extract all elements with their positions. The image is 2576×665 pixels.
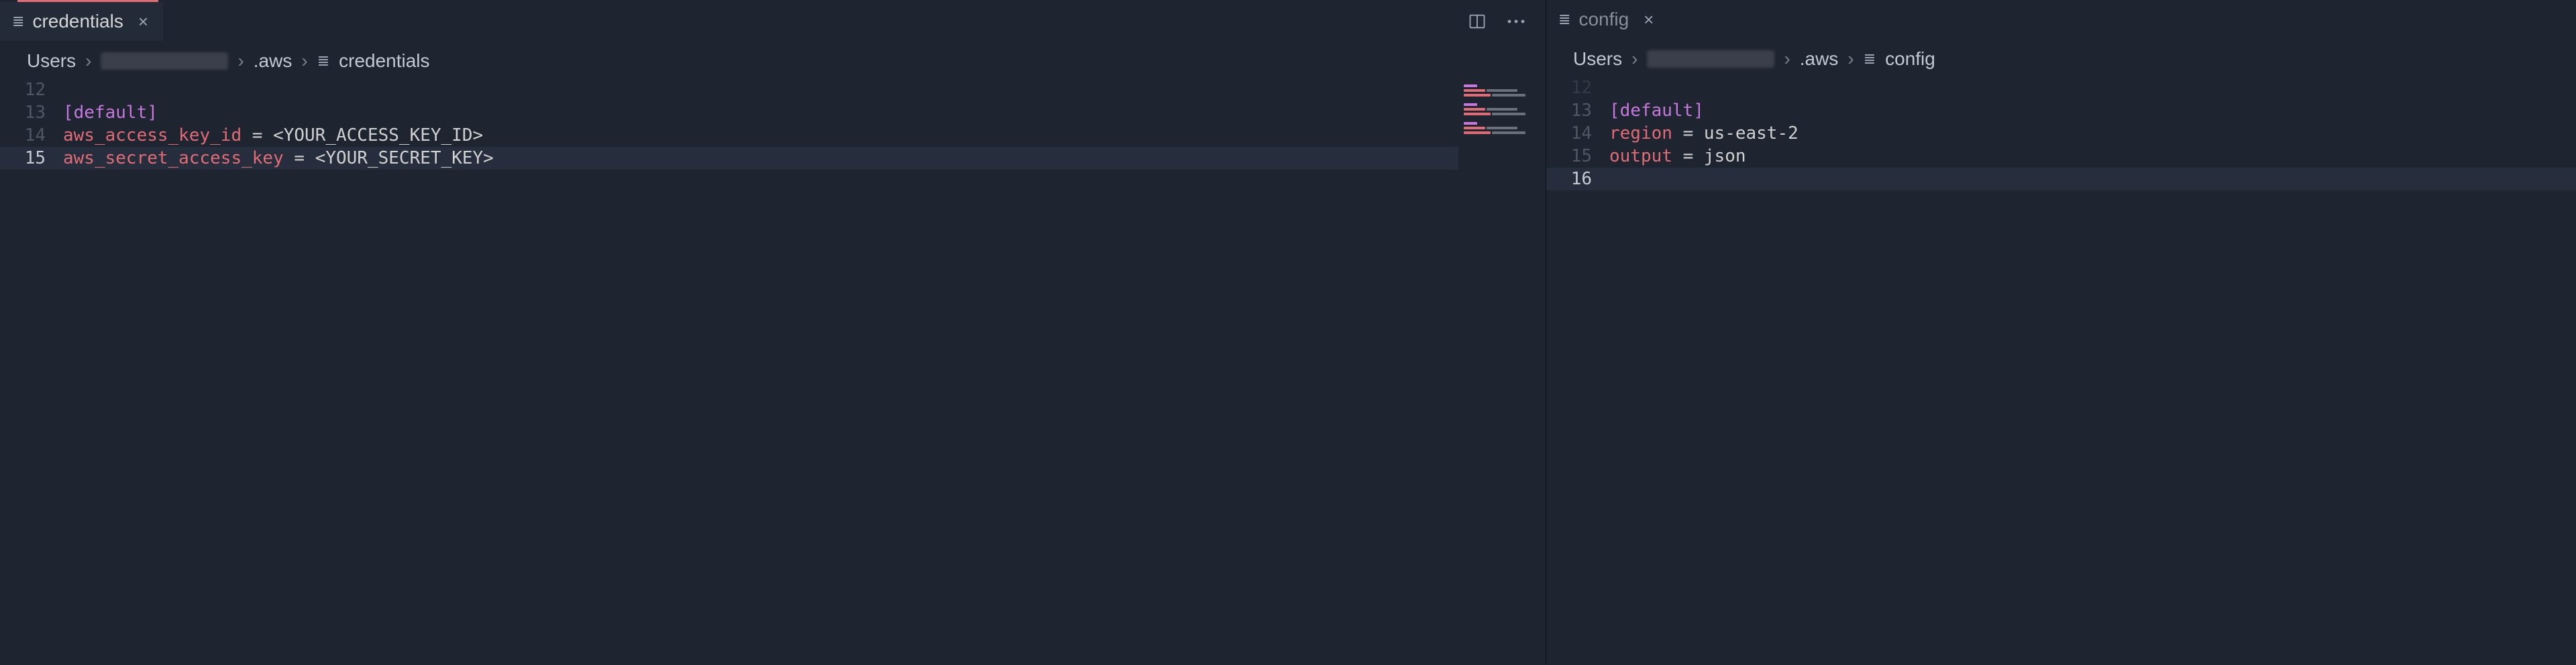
line-number: 14: [0, 124, 63, 147]
line-content[interactable]: [default]: [63, 101, 1546, 124]
editor-actions-left: [1466, 11, 1546, 32]
editor-body-right[interactable]: 1213[default]14region = us-east-215outpu…: [1546, 76, 2576, 665]
line-content[interactable]: aws_secret_access_key = <YOUR_SECRET_KEY…: [63, 147, 1546, 170]
tab-config[interactable]: ≣ config ×: [1546, 0, 1668, 39]
tabs-container: ≣ credentials ×: [0, 2, 163, 41]
breadcrumb-segment-redacted[interactable]: [1647, 50, 1774, 68]
app-root: ≣ credentials × Users: [0, 0, 2576, 665]
line-number: 15: [0, 147, 63, 170]
line-number: 15: [1546, 145, 1609, 168]
code-line[interactable]: 15aws_secret_access_key = <YOUR_SECRET_K…: [0, 147, 1546, 170]
code-line[interactable]: 16: [1546, 168, 2576, 190]
minimap[interactable]: [1458, 78, 1546, 665]
line-number: 12: [1546, 76, 1609, 99]
chevron-right-icon: ›: [301, 50, 307, 72]
close-icon[interactable]: ×: [1644, 11, 1654, 28]
tabs-container: ≣ config ×: [1546, 0, 1668, 39]
tab-bar-left: ≣ credentials ×: [0, 2, 1546, 41]
tab-credentials[interactable]: ≣ credentials ×: [0, 2, 163, 41]
line-content[interactable]: [default]: [1609, 99, 2576, 122]
breadcrumb-segment-redacted[interactable]: [101, 52, 228, 70]
breadcrumb-segment[interactable]: config: [1885, 48, 1935, 70]
tab-label: config: [1578, 9, 1629, 30]
line-content[interactable]: [63, 78, 1546, 101]
close-icon[interactable]: ×: [138, 13, 148, 30]
code-line[interactable]: 12: [0, 78, 1546, 101]
breadcrumb[interactable]: Users › › .aws › ≣ config: [1546, 39, 2576, 76]
tab-label: credentials: [32, 11, 123, 32]
code-line[interactable]: 13[default]: [0, 101, 1546, 124]
breadcrumb-segment[interactable]: .aws: [254, 50, 292, 72]
line-content[interactable]: region = us-east-2: [1609, 122, 2576, 145]
tab-bar-right: ≣ config ×: [1546, 0, 2576, 39]
split-editor-icon[interactable]: [1466, 11, 1488, 32]
more-actions-icon[interactable]: [1505, 11, 1527, 32]
breadcrumb-segment[interactable]: Users: [27, 50, 76, 72]
code-line[interactable]: 14region = us-east-2: [1546, 122, 2576, 145]
chevron-right-icon: ›: [85, 50, 91, 72]
code-line[interactable]: 12: [1546, 76, 2576, 99]
chevron-right-icon: ›: [1847, 48, 1854, 70]
line-content[interactable]: output = json: [1609, 145, 2576, 168]
editor-body-left[interactable]: 1213[default]14aws_access_key_id = <YOUR…: [0, 78, 1546, 665]
line-number: 13: [0, 101, 63, 124]
line-content[interactable]: [1609, 168, 2576, 190]
file-icon: ≣: [1864, 50, 1876, 68]
code-line[interactable]: 13[default]: [1546, 99, 2576, 122]
line-content[interactable]: aws_access_key_id = <YOUR_ACCESS_KEY_ID>: [63, 124, 1546, 147]
code-line[interactable]: 14aws_access_key_id = <YOUR_ACCESS_KEY_I…: [0, 124, 1546, 147]
file-icon: ≣: [317, 52, 329, 70]
line-number: 16: [1546, 168, 1609, 190]
chevron-right-icon: ›: [1784, 48, 1790, 70]
line-number: 12: [0, 78, 63, 101]
breadcrumb-segment[interactable]: Users: [1573, 48, 1622, 70]
line-number: 13: [1546, 99, 1609, 122]
file-icon: ≣: [12, 13, 24, 30]
line-content[interactable]: [1609, 76, 2576, 99]
breadcrumb-segment[interactable]: .aws: [1800, 48, 1839, 70]
chevron-right-icon: ›: [1631, 48, 1638, 70]
code-line[interactable]: 15output = json: [1546, 145, 2576, 168]
file-icon: ≣: [1558, 11, 1570, 28]
editor-pane-left: ≣ credentials × Users: [0, 0, 1546, 665]
editor-pane-right: ≣ config × Users › › .aws › ≣ config 121…: [1546, 0, 2576, 665]
breadcrumb-segment[interactable]: credentials: [339, 50, 429, 72]
chevron-right-icon: ›: [237, 50, 244, 72]
breadcrumb[interactable]: Users › › .aws › ≣ credentials: [0, 41, 1546, 78]
line-number: 14: [1546, 122, 1609, 145]
